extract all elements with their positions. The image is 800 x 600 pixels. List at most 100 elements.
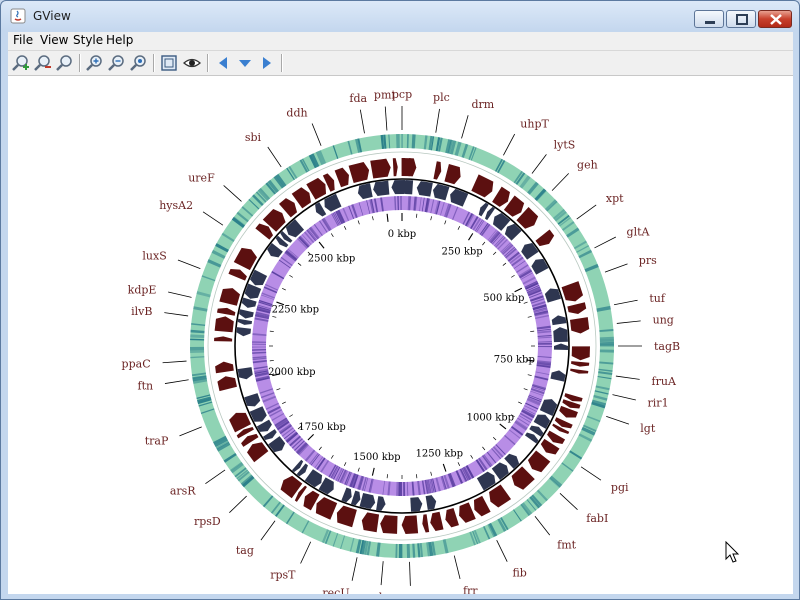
ruler-tick — [492, 251, 497, 256]
cds-arrow — [239, 309, 254, 319]
gene-label-leader — [615, 375, 640, 380]
gene-label: ureF — [188, 171, 215, 184]
ruler-tick — [282, 287, 286, 291]
gene-label: fib — [512, 566, 526, 579]
ruler-tick — [444, 220, 447, 225]
cds-arrow — [357, 183, 373, 200]
show-hide-eye-icon[interactable] — [182, 53, 202, 73]
gene-label: rpsD — [194, 515, 221, 528]
cds-arrow — [247, 442, 269, 463]
ruler-tick — [430, 216, 432, 221]
menu-file[interactable]: File — [13, 33, 33, 47]
zoom-fit-icon[interactable] — [129, 53, 149, 73]
ruler-tick — [276, 388, 281, 391]
cds-arrow — [430, 511, 444, 531]
arrow-left-icon[interactable] — [213, 53, 233, 73]
ring-stripe — [599, 339, 614, 343]
gview-window: GView File View Style Help 0 kbp 250 kbp… — [0, 0, 800, 600]
ruler-tick — [514, 287, 523, 293]
ruler-tick — [457, 462, 461, 466]
gene-label: fabI — [586, 512, 608, 525]
fit-to-window-icon[interactable] — [159, 53, 179, 73]
zoom-out-minus-icon[interactable] — [33, 53, 53, 73]
cds-arrow — [219, 288, 241, 306]
ruler-tick — [289, 414, 293, 418]
arrow-down-icon[interactable] — [235, 53, 255, 73]
kbp-tick-label: 1750 kbp — [298, 422, 346, 433]
gene-label-leader — [164, 379, 189, 384]
cds-arrow — [392, 158, 398, 177]
cds-arrow — [285, 219, 305, 238]
cds-arrow — [237, 318, 253, 325]
ruler-tick — [357, 467, 360, 472]
ruler-tick — [511, 274, 515, 278]
gene-label-leader — [613, 299, 638, 306]
close-button[interactable] — [758, 10, 792, 28]
gene-label-leader — [229, 495, 247, 514]
gene-label: arsR — [170, 485, 196, 498]
menu-view[interactable]: View — [40, 33, 68, 47]
ring-stripe — [398, 543, 403, 558]
gene-label-leader — [534, 515, 551, 536]
kbp-tick-label: 750 kbp — [494, 355, 535, 366]
cds-arrow — [233, 247, 257, 271]
gene-label-leader — [551, 173, 570, 191]
java-app-icon — [10, 8, 26, 24]
cds-arrow — [547, 430, 566, 445]
cds-arrow — [550, 370, 566, 382]
cds-arrow — [216, 307, 236, 316]
cds-arrow — [425, 495, 437, 510]
zoom-reset-icon[interactable] — [55, 53, 75, 73]
zoom-in-icon[interactable] — [85, 53, 105, 73]
cds-arrow — [350, 490, 361, 506]
window-title: GView — [33, 9, 71, 23]
cds-arrow — [341, 487, 352, 503]
toolbar — [8, 51, 793, 76]
cds-arrow — [401, 515, 419, 534]
gene-label: fruA — [652, 375, 677, 388]
menu-help[interactable]: Help — [106, 33, 133, 47]
ring-stripe — [406, 543, 411, 558]
zoom-in-plus-icon[interactable] — [11, 53, 31, 73]
genome-map-canvas[interactable]: 0 kbp 250 kbp 500 kbp 750 kbp 1000 kbp 1250 k… — [8, 76, 793, 594]
circular-genome-map[interactable]: 0 kbp 250 kbp 500 kbp 750 kbp 1000 kbp 1250 k… — [8, 76, 793, 594]
gene-label: gltA — [627, 226, 651, 239]
kbp-tick-label: 500 kbp — [483, 293, 524, 304]
gene-label: luxS — [142, 250, 166, 263]
ruler-tick — [457, 226, 461, 230]
kbp-tick-label: 1000 kbp — [467, 412, 515, 423]
ruler-tick — [502, 262, 507, 266]
outer-guide-circle — [207, 151, 597, 541]
minimize-button[interactable] — [694, 10, 724, 28]
gene-label: tuf — [649, 292, 666, 305]
gene-label: rir1 — [648, 397, 669, 410]
gene-label-leader — [409, 561, 411, 586]
cds-arrow — [391, 180, 406, 195]
ring-stripe — [537, 346, 552, 348]
cds-arrow — [336, 505, 357, 528]
ruler-tick — [523, 388, 528, 391]
title-bar[interactable]: GView — [1, 1, 799, 31]
gene-label-leader — [179, 426, 202, 437]
gene-label: uhpT — [520, 117, 549, 130]
ruler-tick — [318, 241, 325, 249]
menu-style[interactable]: Style — [73, 33, 103, 47]
zoom-out-icon[interactable] — [107, 53, 127, 73]
kbp-tick-label: 2500 kbp — [308, 254, 356, 265]
kbp-tick-label: 250 kbp — [442, 246, 483, 257]
cds-arrow — [410, 497, 423, 512]
gene-label: frr — [463, 585, 478, 594]
arrow-right-icon[interactable] — [257, 53, 277, 73]
gene-label: fda — [349, 92, 367, 105]
maximize-button[interactable] — [726, 10, 756, 28]
kbp-tick-label: 2250 kbp — [272, 305, 320, 316]
ruler-tick — [470, 455, 474, 459]
gene-label: traP — [145, 434, 169, 447]
cds-arrow — [551, 315, 567, 326]
ruler-tick — [482, 241, 486, 246]
gene-label-leader — [606, 415, 630, 425]
gene-label: lgt — [640, 422, 656, 435]
ruler-tick — [307, 433, 315, 441]
gene-label-leader — [496, 539, 508, 562]
gene-label: recU — [322, 586, 349, 594]
